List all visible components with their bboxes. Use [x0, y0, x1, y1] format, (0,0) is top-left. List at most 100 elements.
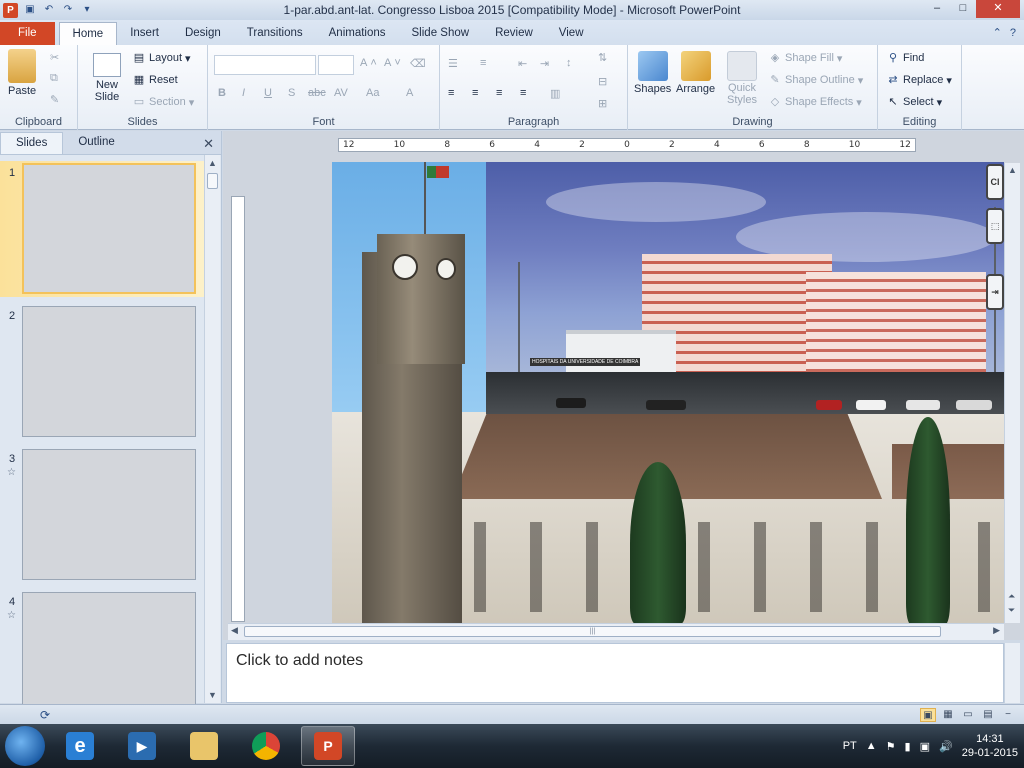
- slide-thumbnail[interactable]: [22, 449, 196, 580]
- network-icon[interactable]: ▣: [920, 740, 930, 753]
- slide-canvas[interactable]: HOSPITAIS DA UNIVERSIDADE DE COIMBRA Cl …: [332, 162, 1004, 623]
- font-name-combo[interactable]: [214, 55, 316, 75]
- taskbar-clock[interactable]: 14:31 29-01-2015: [962, 732, 1018, 760]
- shapes-button[interactable]: Shapes: [634, 51, 671, 95]
- normal-view-icon[interactable]: ▣: [920, 707, 936, 722]
- text-direction-icon[interactable]: ⇅: [598, 51, 607, 64]
- language-indicator[interactable]: PT: [843, 740, 857, 752]
- find-button[interactable]: ⚲ Find: [886, 51, 924, 65]
- replace-button[interactable]: ⇄ Replace ▾: [886, 73, 952, 87]
- shape-outline-button[interactable]: ✎ Shape Outline ▾: [768, 73, 863, 87]
- shape-fill-button[interactable]: ◈ Shape Fill ▾: [768, 51, 843, 65]
- smartart-icon[interactable]: ⊞: [598, 97, 607, 110]
- slide-show-view-icon[interactable]: ▤: [980, 708, 996, 722]
- character-spacing-button[interactable]: AV: [334, 87, 348, 99]
- tab-file[interactable]: File: [0, 22, 55, 45]
- justify-icon[interactable]: ≡: [520, 87, 526, 99]
- taskbar-powerpoint[interactable]: P: [301, 726, 355, 766]
- undo-icon[interactable]: ↶: [42, 3, 56, 17]
- editor-vertical-scrollbar[interactable]: ▲ ⏶ ⏷: [1004, 163, 1020, 623]
- show-hidden-icons-icon[interactable]: ▲: [866, 740, 877, 752]
- shrink-font-button[interactable]: A ˅: [384, 57, 401, 69]
- tab-review[interactable]: Review: [482, 22, 546, 45]
- notes-scrollbar[interactable]: [1004, 643, 1020, 703]
- windows-start-button[interactable]: [5, 726, 45, 766]
- slide-thumbnail-row[interactable]: 3 ☆: [0, 447, 205, 583]
- font-size-combo[interactable]: [318, 55, 354, 75]
- cut-icon[interactable]: ✂: [50, 51, 59, 64]
- clear-formatting-icon[interactable]: ⌫: [410, 57, 426, 70]
- previous-slide-icon[interactable]: ⏶: [1008, 591, 1015, 602]
- notes-pane[interactable]: Click to add notes: [226, 643, 1004, 703]
- columns-icon[interactable]: ▥: [550, 87, 560, 100]
- strikethrough-button[interactable]: abc: [308, 87, 326, 99]
- paste-button[interactable]: Paste: [8, 49, 36, 97]
- change-case-button[interactable]: Aa: [366, 87, 379, 99]
- taskbar-internet-explorer[interactable]: e: [53, 726, 107, 766]
- tab-transitions[interactable]: Transitions: [234, 22, 316, 45]
- section-button[interactable]: ▭ Section ▾: [132, 95, 194, 109]
- taskbar-explorer[interactable]: [177, 726, 231, 766]
- italic-button[interactable]: I: [242, 87, 245, 99]
- center-icon[interactable]: ≡: [472, 87, 478, 99]
- grow-font-button[interactable]: A ˄: [360, 57, 377, 69]
- new-slide-button[interactable]: New Slide: [90, 53, 124, 103]
- next-slide-icon[interactable]: ⏷: [1008, 605, 1015, 616]
- reading-view-icon[interactable]: ▭: [960, 708, 976, 722]
- power-icon[interactable]: ▮: [905, 740, 911, 753]
- horizontal-scroll-thumb[interactable]: |||: [244, 626, 941, 637]
- tab-home[interactable]: Home: [58, 22, 118, 45]
- decrease-indent-icon[interactable]: ⇤: [518, 57, 527, 70]
- panel-scroll-thumb[interactable]: [207, 173, 218, 189]
- align-left-icon[interactable]: ≡: [448, 87, 454, 99]
- slide-thumbnail[interactable]: [22, 306, 196, 437]
- scroll-right-arrow-icon[interactable]: ▶: [993, 625, 1000, 636]
- select-button[interactable]: ↖ Select ▾: [886, 95, 942, 109]
- layout-button[interactable]: ▤ Layout ▾: [132, 51, 191, 65]
- hospital-photo[interactable]: HOSPITAIS DA UNIVERSIDADE DE COIMBRA: [486, 162, 1004, 414]
- bullets-icon[interactable]: ☰: [448, 57, 458, 70]
- notes-placeholder[interactable]: Click to add notes: [236, 652, 363, 670]
- slide-thumbnail-row[interactable]: 2: [0, 304, 205, 440]
- maximize-button[interactable]: □: [950, 0, 976, 18]
- bold-button[interactable]: B: [218, 87, 226, 99]
- slide-thumbnail[interactable]: [22, 163, 196, 294]
- close-button[interactable]: ✕: [976, 0, 1020, 18]
- tab-animations[interactable]: Animations: [316, 22, 399, 45]
- shadow-button[interactable]: S: [288, 87, 295, 99]
- font-color-button[interactable]: A: [406, 87, 413, 99]
- action-button-icon[interactable]: Cl: [986, 164, 1004, 200]
- action-button-icon[interactable]: ⇥: [986, 274, 1004, 310]
- arrange-button[interactable]: Arrange: [676, 51, 715, 95]
- quick-styles-button[interactable]: Quick Styles: [726, 51, 758, 106]
- scroll-left-arrow-icon[interactable]: ◀: [231, 625, 238, 636]
- minimize-button[interactable]: –: [924, 0, 950, 18]
- slide-sorter-view-icon[interactable]: ▦: [940, 708, 956, 722]
- taskbar-chrome[interactable]: [239, 726, 293, 766]
- shape-effects-button[interactable]: ◇ Shape Effects ▾: [768, 95, 862, 109]
- minimize-ribbon-icon[interactable]: ⌃: [993, 22, 1002, 45]
- spell-check-icon[interactable]: ⟳: [40, 708, 50, 722]
- help-icon[interactable]: ?: [1010, 22, 1016, 45]
- scroll-down-arrow-icon[interactable]: ▼: [205, 687, 220, 703]
- tab-slides[interactable]: Slides: [0, 132, 64, 154]
- tab-insert[interactable]: Insert: [117, 22, 172, 45]
- tab-view[interactable]: View: [546, 22, 597, 45]
- redo-icon[interactable]: ↷: [61, 3, 75, 17]
- editor-horizontal-scrollbar[interactable]: ◀ ||| ▶: [228, 623, 1004, 640]
- tab-slide-show[interactable]: Slide Show: [399, 22, 483, 45]
- panel-close-icon[interactable]: ✕: [203, 136, 214, 152]
- panel-scrollbar[interactable]: ▲ ▼: [204, 155, 220, 703]
- align-right-icon[interactable]: ≡: [496, 87, 502, 99]
- taskbar-media-player[interactable]: ▶: [115, 726, 169, 766]
- align-text-icon[interactable]: ⊟: [598, 75, 607, 88]
- slide-thumbnail-row[interactable]: 1: [0, 161, 205, 297]
- scroll-up-arrow-icon[interactable]: ▲: [205, 155, 220, 171]
- save-icon[interactable]: ▣: [23, 3, 37, 17]
- customize-qat-icon[interactable]: ▾: [80, 3, 94, 17]
- copy-icon[interactable]: ⧉: [50, 72, 58, 85]
- format-painter-icon[interactable]: ✎: [50, 93, 59, 106]
- numbering-icon[interactable]: ≡: [480, 57, 486, 69]
- increase-indent-icon[interactable]: ⇥: [540, 57, 549, 70]
- underline-button[interactable]: U: [264, 87, 272, 99]
